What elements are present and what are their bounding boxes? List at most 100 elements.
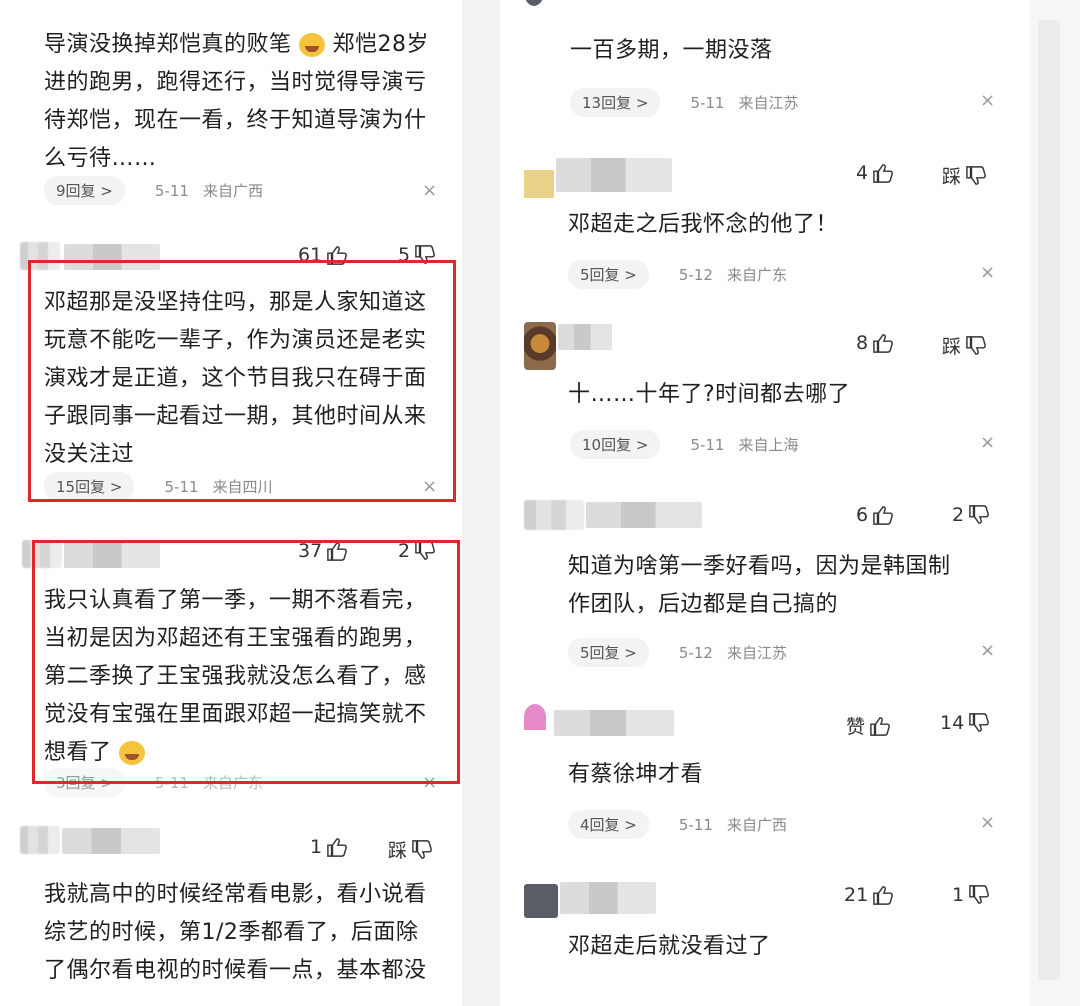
- comment-meta: 13回复 > 5-11 来自江苏: [570, 88, 799, 117]
- comment-meta: 5回复 > 5-12 来自广东: [568, 260, 787, 289]
- username[interactable]: [558, 324, 612, 350]
- comment-date: 5-11: [690, 93, 725, 112]
- dislike-count: 踩: [388, 840, 408, 862]
- comment-meta: 4回复 > 5-11 来自广西: [568, 810, 787, 839]
- comment-text: 知道为啥第一季好看吗，因为是韩国制 作团队，后边都是自己搞的: [568, 548, 1008, 624]
- thumb-down-icon: [969, 713, 990, 732]
- avatar[interactable]: [524, 884, 558, 918]
- close-icon[interactable]: ×: [980, 812, 995, 833]
- close-icon[interactable]: ×: [422, 180, 437, 201]
- dislike-button[interactable]: 14: [940, 712, 990, 734]
- thumb-down-icon: [969, 885, 990, 904]
- avatar[interactable]: [524, 0, 544, 6]
- comment-text: 导演没换掉郑恺真的败笔 郑恺28岁 进的跑男，跑得还行，当时觉得导演亏 待郑恺，…: [44, 26, 444, 178]
- username[interactable]: [560, 882, 656, 914]
- like-button[interactable]: 6: [856, 504, 894, 526]
- close-icon[interactable]: ×: [980, 262, 995, 283]
- like-button[interactable]: 4: [856, 162, 894, 184]
- avatar[interactable]: [524, 500, 584, 530]
- like-button[interactable]: 21: [844, 884, 894, 906]
- comment-line: 邓超走之后我怀念的他了！: [568, 212, 839, 237]
- left-comment-column: 导演没换掉郑恺真的败笔 郑恺28岁 进的跑男，跑得还行，当时觉得导演亏 待郑恺，…: [0, 0, 462, 1006]
- avatar[interactable]: [524, 322, 556, 370]
- comment-line: 待郑恺，现在一看，终于知道导演为什: [44, 108, 427, 133]
- comment-line: 综艺的时候，第1/2季都看了，后面除: [44, 920, 419, 945]
- dislike-button[interactable]: 2: [952, 504, 990, 526]
- like-button[interactable]: 1: [310, 836, 348, 858]
- replies-button[interactable]: 5回复 >: [568, 260, 649, 289]
- thumb-up-icon: [873, 886, 894, 905]
- avatar[interactable]: [20, 826, 60, 854]
- comment-line: 了偶尔看电视的时候看一点，基本都没: [44, 958, 427, 983]
- dislike-button[interactable]: 1: [952, 884, 990, 906]
- dislike-count: 踩: [942, 336, 962, 358]
- highlight-box: [28, 260, 456, 502]
- replies-button[interactable]: 13回复 >: [570, 88, 661, 117]
- close-icon[interactable]: ×: [980, 640, 995, 661]
- dislike-button[interactable]: 踩: [942, 332, 987, 359]
- thumb-up-icon: [327, 838, 348, 857]
- comment-text: 邓超走后就没看过了: [568, 928, 1008, 966]
- comment-line: 一百多期，一期没落: [570, 38, 773, 63]
- like-button[interactable]: 赞: [846, 712, 891, 739]
- thumb-up-icon: [873, 164, 894, 183]
- comment-date: 5-11: [690, 435, 725, 454]
- comment-location: 来自广西: [726, 816, 787, 834]
- thumb-down-icon: [412, 839, 432, 859]
- thumb-down-icon: [969, 505, 990, 524]
- replies-button[interactable]: 4回复 >: [568, 810, 649, 839]
- comment-line: 知道为啥第一季好看吗，因为是韩国制: [568, 554, 951, 579]
- comment-location: 来自广西: [202, 182, 263, 200]
- close-icon[interactable]: ×: [980, 90, 995, 111]
- username[interactable]: [554, 710, 674, 736]
- comment-text: 有蔡徐坤才看: [568, 756, 1008, 794]
- replies-button[interactable]: 9回复 >: [44, 176, 125, 205]
- comment-text: 我就高中的时候经常看电影，看小说看 综艺的时候，第1/2季都看了，后面除 了偶尔…: [44, 876, 444, 990]
- avatar[interactable]: [524, 170, 554, 198]
- thumb-down-icon: [966, 335, 986, 355]
- like-count: 21: [844, 884, 869, 906]
- thumb-down-icon: [966, 165, 986, 185]
- dislike-count: 踩: [942, 166, 962, 188]
- comment-location: 来自江苏: [726, 644, 787, 662]
- close-icon[interactable]: ×: [980, 432, 995, 453]
- dislike-button[interactable]: 踩: [388, 836, 433, 863]
- username[interactable]: [62, 828, 160, 854]
- like-button[interactable]: 8: [856, 332, 894, 354]
- replies-button[interactable]: 10回复 >: [570, 430, 661, 459]
- comment-line: 十……十年了?时间都去哪了: [568, 382, 851, 407]
- scrollbar[interactable]: [1038, 20, 1060, 980]
- like-count: 8: [856, 332, 869, 354]
- dislike-button[interactable]: 踩: [942, 162, 987, 189]
- thumb-up-icon: [870, 716, 890, 736]
- comment-date: 5-12: [678, 643, 713, 662]
- dislike-count: 1: [952, 884, 965, 906]
- dislike-count: 14: [940, 712, 965, 734]
- comment-meta: 5回复 > 5-12 来自江苏: [568, 638, 787, 667]
- comment-line: 作团队，后边都是自己搞的: [568, 592, 839, 617]
- thinking-emoji-icon: [299, 33, 326, 57]
- replies-button[interactable]: 5回复 >: [568, 638, 649, 667]
- like-count: 赞: [846, 716, 866, 738]
- comment-text: 一百多期，一期没落: [570, 32, 1010, 70]
- highlight-box: [32, 540, 460, 784]
- username[interactable]: [556, 158, 672, 192]
- username[interactable]: [586, 502, 702, 528]
- like-count: 6: [856, 504, 869, 526]
- comment-line: 有蔡徐坤才看: [568, 762, 704, 787]
- column-gutter: [462, 0, 500, 1006]
- comment-line: 导演没换掉郑恺真的败笔: [44, 32, 292, 57]
- comment-date: 5-12: [678, 265, 713, 284]
- dislike-count: 2: [952, 504, 965, 526]
- comment-date: 5-11: [154, 181, 189, 200]
- comment-meta: 9回复 > 5-11 来自广西: [44, 176, 263, 205]
- comment-location: 来自江苏: [738, 94, 799, 112]
- like-count: 4: [856, 162, 869, 184]
- comment-date: 5-11: [678, 815, 713, 834]
- avatar[interactable]: [524, 704, 546, 730]
- comment-location: 来自上海: [738, 436, 799, 454]
- comment-text: 十……十年了?时间都去哪了: [568, 376, 1008, 414]
- right-comment-column: 一百多期，一期没落 13回复 > 5-11 来自江苏 × 4 踩 邓超走之后我怀…: [500, 0, 1030, 1006]
- thumb-up-icon: [873, 506, 894, 525]
- comment-text: 邓超走之后我怀念的他了！: [568, 206, 1008, 244]
